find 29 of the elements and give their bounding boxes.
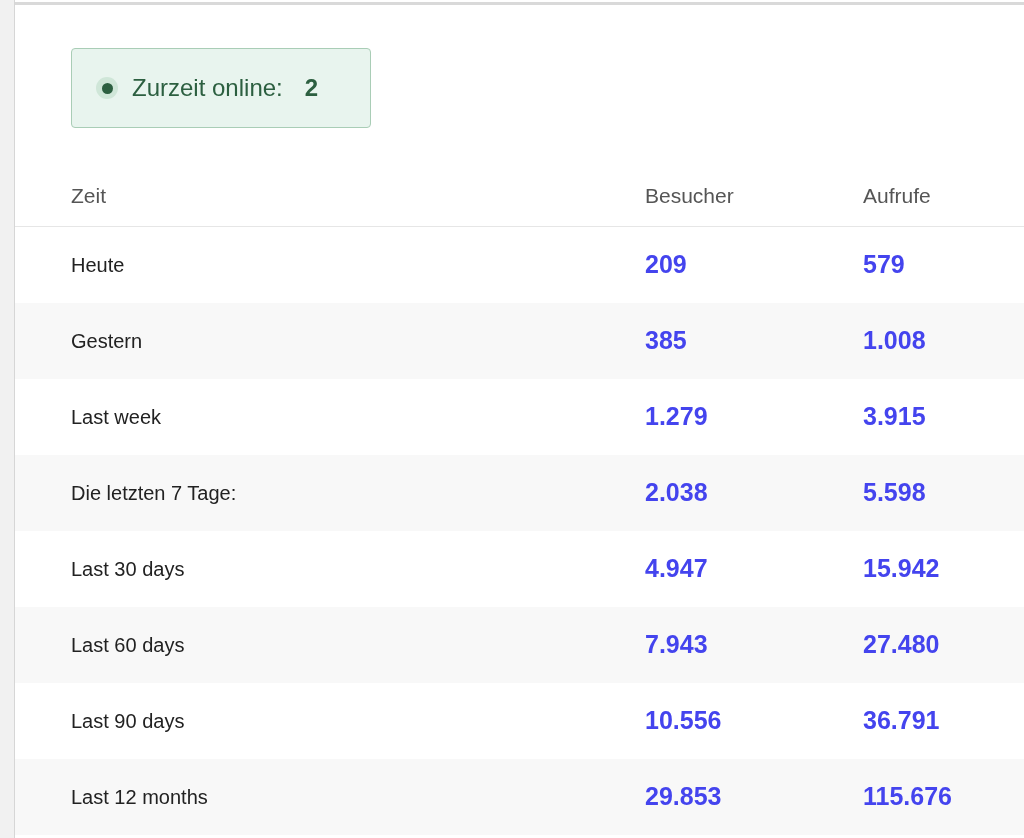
visitors-count: 2.038 [645,477,709,509]
column-header: Besucher [645,183,735,209]
column-header: Zeit [71,183,107,209]
visitors-count: 10.556 [645,705,723,737]
views-count: 27.480 [863,629,941,661]
views-count: 1.008 [863,325,927,357]
period-label: Heute [71,253,126,278]
visitors-count: 29.853 [645,781,723,813]
visitors-count: 4.947 [645,553,709,585]
column-header: Aufrufe [863,183,932,209]
online-count: 2 [304,73,319,103]
visitors-count: 385 [645,325,688,357]
period-label: Last 90 days [71,709,186,734]
views-count: 15.942 [863,553,941,585]
views-count: 115.676 [863,781,953,813]
views-count: 579 [863,249,906,281]
period-label: Last 60 days [71,633,186,658]
period-label: Last week [71,405,163,430]
period-label: Die letzten 7 Tage: [71,481,238,506]
period-label: Last 30 days [71,557,186,582]
online-label: Zurzeit online: [132,73,283,103]
period-label: Last 12 months [71,785,209,810]
visitors-count: 1.279 [645,401,709,433]
views-count: 36.791 [863,705,941,737]
visitors-count: 209 [645,249,688,281]
views-count: 3.915 [863,401,927,433]
visitors-count: 7.943 [645,629,709,661]
views-count: 5.598 [863,477,927,509]
period-label: Gestern [71,329,144,354]
